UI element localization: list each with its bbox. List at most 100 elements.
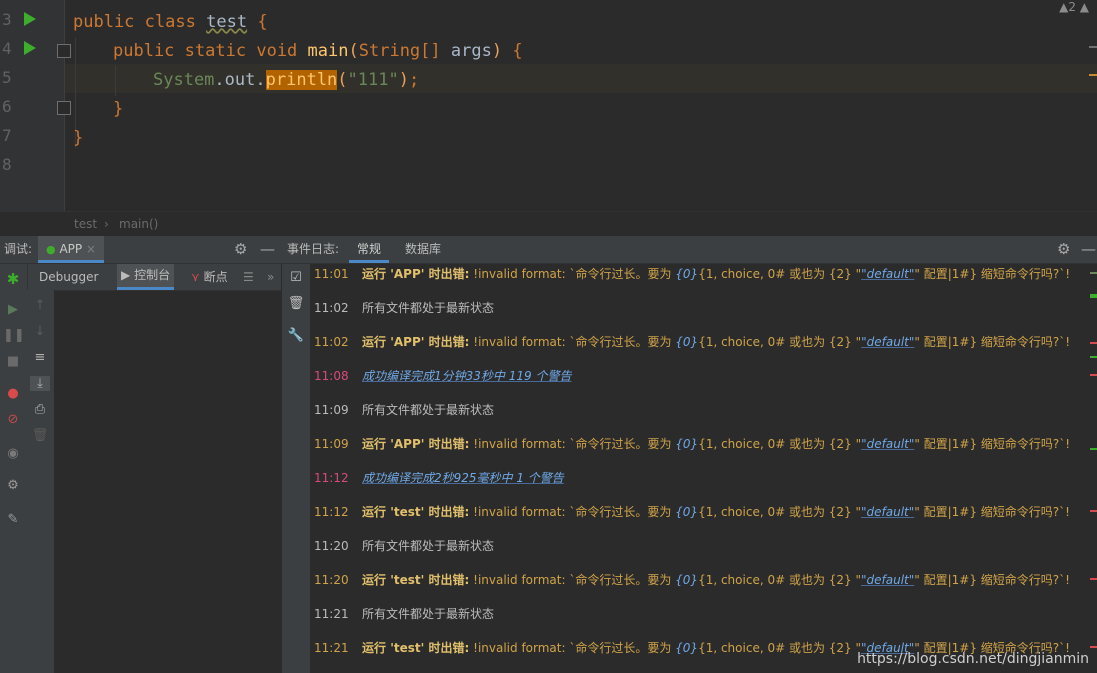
console-output[interactable] xyxy=(55,291,281,673)
run-main-icon[interactable] xyxy=(24,41,36,55)
code-line-6[interactable]: } xyxy=(113,95,123,124)
line-number: 8 xyxy=(2,155,12,174)
keyword: void xyxy=(256,41,298,61)
mark-read-icon[interactable]: ☑ xyxy=(286,270,306,285)
log-message: 所有文件都处于最新状态 xyxy=(362,301,495,315)
log-row: 11:20 运行 'test' 时出错: !invalid format: `命令… xyxy=(314,570,1084,590)
arrow-up-icon[interactable]: ↑ xyxy=(30,298,50,313)
log-target: 'APP' xyxy=(390,437,425,451)
print-icon[interactable]: ⎙ xyxy=(30,402,50,417)
code-line-5[interactable]: System.out.println("111"); xyxy=(153,66,419,95)
breakpoints-icon: ⋎ xyxy=(191,270,200,284)
log-italic-link[interactable]: "default" xyxy=(861,267,914,281)
dot: . xyxy=(214,70,225,90)
log-text: " 配置|1#} 缩短命令行吗?`! xyxy=(914,505,1070,519)
tab-general[interactable]: 常规 xyxy=(349,236,390,263)
scroll-marker xyxy=(1089,46,1097,48)
code-editor[interactable]: 3 4 5 6 7 8 public class test { public s… xyxy=(0,0,1097,211)
tab-console[interactable]: ▶ 控制台 xyxy=(117,264,175,290)
log-run-word: 运行 xyxy=(362,641,387,655)
tab-debugger[interactable]: Debugger xyxy=(39,264,98,290)
breadcrumb-item[interactable]: test xyxy=(74,212,97,237)
code-line-4[interactable]: public static void main(String[] args) { xyxy=(113,37,523,66)
log-row: 11:12 成功编译完成2秒925毫秒中 1 个警告 xyxy=(314,468,1084,488)
run-class-icon[interactable] xyxy=(24,12,36,26)
inspection-indicator[interactable]: ▲2 ▲ xyxy=(1059,0,1089,14)
log-row: 11:01 运行 'APP' 时出错: !invalid format: `命令行… xyxy=(314,264,1084,284)
code-line-7[interactable]: } xyxy=(73,124,83,153)
trash-icon[interactable]: 🗑 xyxy=(30,428,50,443)
log-row: 11:09 所有文件都处于最新状态 xyxy=(314,400,1084,420)
log-text: !invalid format: `命令行过长。要为 xyxy=(473,505,676,519)
log-italic-link[interactable]: "default" xyxy=(861,335,914,349)
log-time: 11:09 xyxy=(314,437,349,451)
console-toolbar: ↑ ↓ ≡ ⤓ ⎙ 🗑 xyxy=(27,290,55,673)
log-italic-link[interactable]: "default" xyxy=(861,437,914,451)
log-link[interactable]: 成功编译完成2秒925毫秒中 1 个警告 xyxy=(362,471,564,485)
resume-icon[interactable]: ▶ xyxy=(3,302,23,317)
line-number: 6 xyxy=(2,97,12,116)
log-text: !invalid format: `命令行过长。要为 xyxy=(473,335,676,349)
scroll-marker xyxy=(1090,510,1097,512)
log-run-word: 运行 xyxy=(362,267,387,281)
minimize-icon[interactable]: — xyxy=(1081,236,1096,263)
trash-icon[interactable]: 🗑 xyxy=(286,296,306,311)
log-row: 11:09 运行 'APP' 时出错: !invalid format: `命令行… xyxy=(314,434,1084,454)
pin-icon[interactable]: ✎ xyxy=(3,512,23,527)
debug-tool-header: 调试: ● APP × ⚙ — xyxy=(0,236,281,264)
log-row: 11:02 运行 'APP' 时出错: !invalid format: `命令行… xyxy=(314,332,1084,352)
soft-wrap-icon[interactable]: ≡ xyxy=(30,350,50,365)
close-icon[interactable]: × xyxy=(86,242,96,256)
gear-icon[interactable]: ⚙ xyxy=(1057,236,1070,263)
stop-icon[interactable]: ■ xyxy=(3,354,23,369)
layout-icon[interactable]: ☰ xyxy=(243,264,254,290)
tab-database[interactable]: 数据库 xyxy=(405,236,441,263)
fold-icon[interactable] xyxy=(57,101,71,115)
breadcrumb-item[interactable]: main() xyxy=(119,212,158,237)
class-ref: System xyxy=(153,70,215,90)
code-line-3[interactable]: public class test { xyxy=(73,8,268,37)
keyword: public xyxy=(73,12,135,32)
more-tabs-icon[interactable]: » xyxy=(267,264,274,290)
camera-icon[interactable]: ◉ xyxy=(3,446,23,461)
log-run-word: 运行 xyxy=(362,335,387,349)
arrow-down-icon[interactable]: ↓ xyxy=(30,324,50,339)
log-time: 11:02 xyxy=(314,301,349,315)
log-row: 11:21 所有文件都处于最新状态 xyxy=(314,604,1084,624)
gear-icon[interactable]: ⚙ xyxy=(234,236,247,263)
view-breakpoints-icon[interactable]: ● xyxy=(3,386,23,401)
brace: { xyxy=(512,41,523,61)
console-icon: ▶ xyxy=(121,268,131,282)
mute-breakpoints-icon[interactable]: ⊘ xyxy=(3,412,23,427)
rerun-debug-icon[interactable]: ✱ xyxy=(3,270,23,288)
log-italic: {0} xyxy=(675,267,699,281)
event-log-list[interactable]: 11:01 运行 'APP' 时出错: !invalid format: `命令行… xyxy=(310,264,1087,673)
class-name: test xyxy=(206,12,248,32)
log-row: 11:20 所有文件都处于最新状态 xyxy=(314,536,1084,556)
pause-icon[interactable]: ❚❚ xyxy=(3,328,25,343)
log-error-message: 运行 'APP' 时出错: !invalid format: `命令行过长。要为… xyxy=(362,335,1070,349)
debug-config-tab[interactable]: ● APP × xyxy=(38,236,105,263)
wrench-icon[interactable]: 🔧 xyxy=(286,328,306,343)
brace: { xyxy=(257,12,268,32)
fold-icon[interactable] xyxy=(57,44,71,58)
tab-breakpoints[interactable]: ⋎ 断点 xyxy=(191,264,228,290)
event-log-label: 事件日志: xyxy=(287,242,340,256)
paren: ) xyxy=(491,41,503,61)
minimize-icon[interactable]: — xyxy=(260,236,275,263)
log-time: 11:08 xyxy=(314,369,349,383)
log-row: 11:02 所有文件都处于最新状态 xyxy=(314,298,1084,318)
semicolon: ; xyxy=(408,70,420,90)
log-text: " 配置|1#} 缩短命令行吗?`! xyxy=(914,573,1070,587)
log-italic-link[interactable]: "default" xyxy=(861,573,914,587)
log-time: 11:12 xyxy=(314,471,349,485)
log-text: {1, choice, 0# 或也为 {2} " xyxy=(698,267,862,281)
log-text: " 配置|1#} 缩短命令行吗?`! xyxy=(914,437,1071,451)
settings-icon[interactable]: ⚙ xyxy=(3,478,23,493)
log-row: 11:08 成功编译完成1分钟33秒中 119 个警告 xyxy=(314,366,1084,386)
scroll-to-end-icon[interactable]: ⤓ xyxy=(30,376,50,391)
log-link[interactable]: 成功编译完成1分钟33秒中 119 个警告 xyxy=(362,369,571,383)
log-time: 11:20 xyxy=(314,539,349,553)
log-italic-link[interactable]: "default" xyxy=(861,505,914,519)
log-message: 所有文件都处于最新状态 xyxy=(362,403,495,417)
